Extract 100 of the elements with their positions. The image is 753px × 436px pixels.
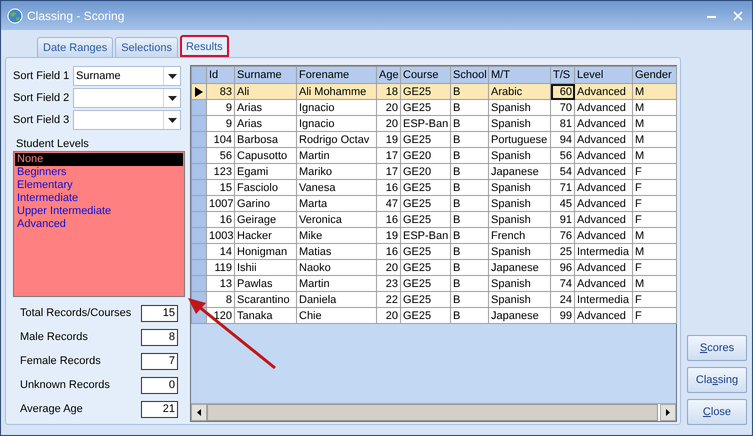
table-cell: GE20 (400, 164, 450, 180)
table-row[interactable]: 83 Ali Ali Mohamme 18 GE25 B Arabic 60 Advanced M (192, 84, 676, 100)
tab[interactable]: Results (180, 35, 229, 57)
close-icon[interactable] (732, 10, 744, 22)
table-cell: Capusotto (234, 148, 296, 164)
table-cell: 74 (550, 276, 574, 292)
table-cell: B (450, 132, 488, 148)
sort-dropdown[interactable]: Surname (73, 66, 181, 86)
table-cell: Advanced (574, 276, 632, 292)
table-row[interactable]: 56 Capusotto Martin 17 GE20 B Spanish 56 Advanced M (192, 148, 676, 164)
table-row[interactable]: 104 Barbosa Rodrigo Octav 19 GE25 B Portuguese 94 Advanced M (192, 132, 676, 148)
scroll-right-icon[interactable] (666, 409, 670, 416)
field-label: Sort Field 1 (13, 70, 70, 82)
table-cell: Ali (234, 84, 296, 100)
table-cell: 1007 (206, 196, 234, 212)
field-label: Sort Field 2 (13, 92, 70, 104)
table-row[interactable]: 120 Tanaka Chie 20 GE25 B Japanese 99 Advanced F (192, 308, 676, 324)
table-cell: Daniela (296, 292, 376, 308)
list-item[interactable]: Advanced (15, 218, 183, 231)
table-cell: 56 (550, 148, 574, 164)
column-header[interactable]: Course (400, 66, 450, 84)
stat-label: Female Records (20, 355, 102, 367)
table-row[interactable]: 16 Geirage Veronica 16 GE25 B Spanish 91 Advanced F (192, 212, 676, 228)
table-row[interactable]: 1007 Garino Marta 47 GE25 B Spanish 45 Advanced F (192, 196, 676, 212)
table-row[interactable]: 123 Egami Mariko 17 GE20 B Japanese 54 Advanced F (192, 164, 676, 180)
action-button[interactable]: Close (687, 399, 747, 425)
table-cell: Advanced (574, 132, 632, 148)
table-cell: 119 (206, 260, 234, 276)
action-button[interactable]: Classing (687, 367, 747, 393)
column-header[interactable]: M/T (488, 66, 550, 84)
table-cell: 19 (376, 132, 400, 148)
column-header[interactable]: Age (376, 66, 400, 84)
table-cell: Arias (234, 116, 296, 132)
table-cell: 13 (206, 276, 234, 292)
table-cell: B (450, 100, 488, 116)
table-cell: Chie (296, 308, 376, 324)
list-item[interactable]: Upper Intermediate (15, 205, 183, 218)
column-header[interactable]: Gender (632, 66, 676, 84)
list-item[interactable]: Beginners (15, 166, 183, 179)
column-header[interactable]: School (450, 66, 488, 84)
table-cell: B (450, 260, 488, 276)
table-row[interactable]: 8 Scarantino Daniela 22 GE25 B Spanish 24 Intermedia F (192, 292, 676, 308)
list-item[interactable]: None (15, 153, 183, 166)
table-cell: M (632, 228, 676, 244)
table-row[interactable]: 14 Honigman Matias 16 GE25 B Spanish 25 Intermedia M (192, 244, 676, 260)
table-cell: 20 (376, 100, 400, 116)
column-header[interactable]: T/S (550, 66, 574, 84)
table-cell: 8 (206, 292, 234, 308)
table-cell: 45 (550, 196, 574, 212)
table-cell: 16 (376, 244, 400, 260)
table-cell: GE25 (400, 180, 450, 196)
table-cell: GE25 (400, 276, 450, 292)
table-cell: Ignacio (296, 116, 376, 132)
table-cell: Advanced (574, 196, 632, 212)
table-row[interactable]: 15 Fasciolo Vanesa 16 GE25 B Spanish 71 Advanced F (192, 180, 676, 196)
table-cell: Veronica (296, 212, 376, 228)
table-cell: B (450, 196, 488, 212)
column-header[interactable]: Forename (296, 66, 376, 84)
column-header[interactable]: Id (206, 66, 234, 84)
scroll-left-icon[interactable] (197, 409, 201, 416)
table-cell: B (450, 228, 488, 244)
table-cell: M (632, 100, 676, 116)
table-row[interactable]: 9 Arias Ignacio 20 GE25 B Spanish 70 Advanced M (192, 100, 676, 116)
tab[interactable]: Date Ranges (37, 37, 114, 57)
table-cell: 15 (206, 180, 234, 196)
dropdown-arrow-icon[interactable] (168, 96, 176, 100)
table-cell: Rodrigo Octav (296, 132, 376, 148)
field-label: Sort Field 3 (13, 114, 70, 126)
column-header[interactable]: Level (574, 66, 632, 84)
table-cell: B (450, 148, 488, 164)
table-row[interactable]: 9 Arias Ignacio 20 ESP-Ban B Spanish 81 Advanced M (192, 116, 676, 132)
table-cell: B (450, 116, 488, 132)
table-cell: GE25 (400, 196, 450, 212)
table-cell: Spanish (488, 212, 550, 228)
column-header[interactable]: Surname (234, 66, 296, 84)
table-row[interactable]: 1003 Hacker Mike 19 ESP-Ban B French 76 Advanced M (192, 228, 676, 244)
table-cell: Ali Mohamme (296, 84, 376, 100)
table-cell: Spanish (488, 148, 550, 164)
stat-label: Unknown Records (20, 379, 111, 391)
table-cell: Mariko (296, 164, 376, 180)
dropdown-arrow-icon[interactable] (168, 74, 176, 78)
table-cell: Advanced (574, 116, 632, 132)
table-cell: F (632, 196, 676, 212)
stat-value: 15 (141, 304, 178, 322)
table-cell: 20 (376, 260, 400, 276)
list-item[interactable]: Elementary (15, 179, 183, 192)
list-item[interactable]: Intermediate (15, 192, 183, 205)
dropdown-arrow-icon[interactable] (168, 118, 176, 122)
table-cell: ESP-Ban (400, 116, 450, 132)
table-row[interactable]: 119 Ishii Naoko 20 GE25 B Japanese 96 Advanced F (192, 260, 676, 276)
action-button[interactable]: Scores (687, 335, 747, 361)
table-cell: Advanced (574, 164, 632, 180)
table-cell: 16 (206, 212, 234, 228)
table-row[interactable]: 13 Pawlas Martin 23 GE25 B Spanish 74 Advanced M (192, 276, 676, 292)
table-cell: M (632, 148, 676, 164)
table-cell: French (488, 228, 550, 244)
tab[interactable]: Selections (115, 37, 178, 57)
table-cell: 16 (376, 180, 400, 196)
table-cell: Spanish (488, 196, 550, 212)
horizontal-scrollbar[interactable] (191, 403, 676, 421)
